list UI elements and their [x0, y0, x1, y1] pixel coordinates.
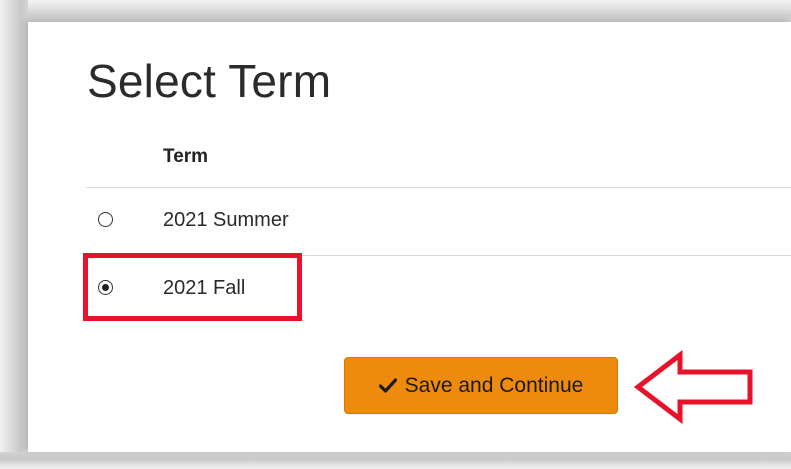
screenshot-frame-top: [0, 0, 791, 22]
page-title: Select Term: [87, 55, 332, 107]
annotation-arrow-icon: [633, 349, 758, 429]
term-radio-summer[interactable]: [98, 212, 113, 227]
screenshot-frame-left: [0, 0, 28, 469]
save-and-continue-button[interactable]: Save and Continue: [344, 357, 618, 414]
term-row-summer[interactable]: 2021 Summer: [86, 189, 791, 255]
term-column-header: Term: [163, 146, 209, 167]
check-icon: [378, 378, 397, 393]
header-divider: [86, 187, 791, 188]
select-term-panel: Select Term Term 2021 Summer 2021 Fall S…: [28, 22, 791, 452]
save-button-label: Save and Continue: [404, 373, 584, 397]
annotation-highlight-box: [83, 253, 302, 321]
screenshot-frame-bottom: [0, 452, 791, 469]
term-label: 2021 Summer: [163, 209, 289, 231]
